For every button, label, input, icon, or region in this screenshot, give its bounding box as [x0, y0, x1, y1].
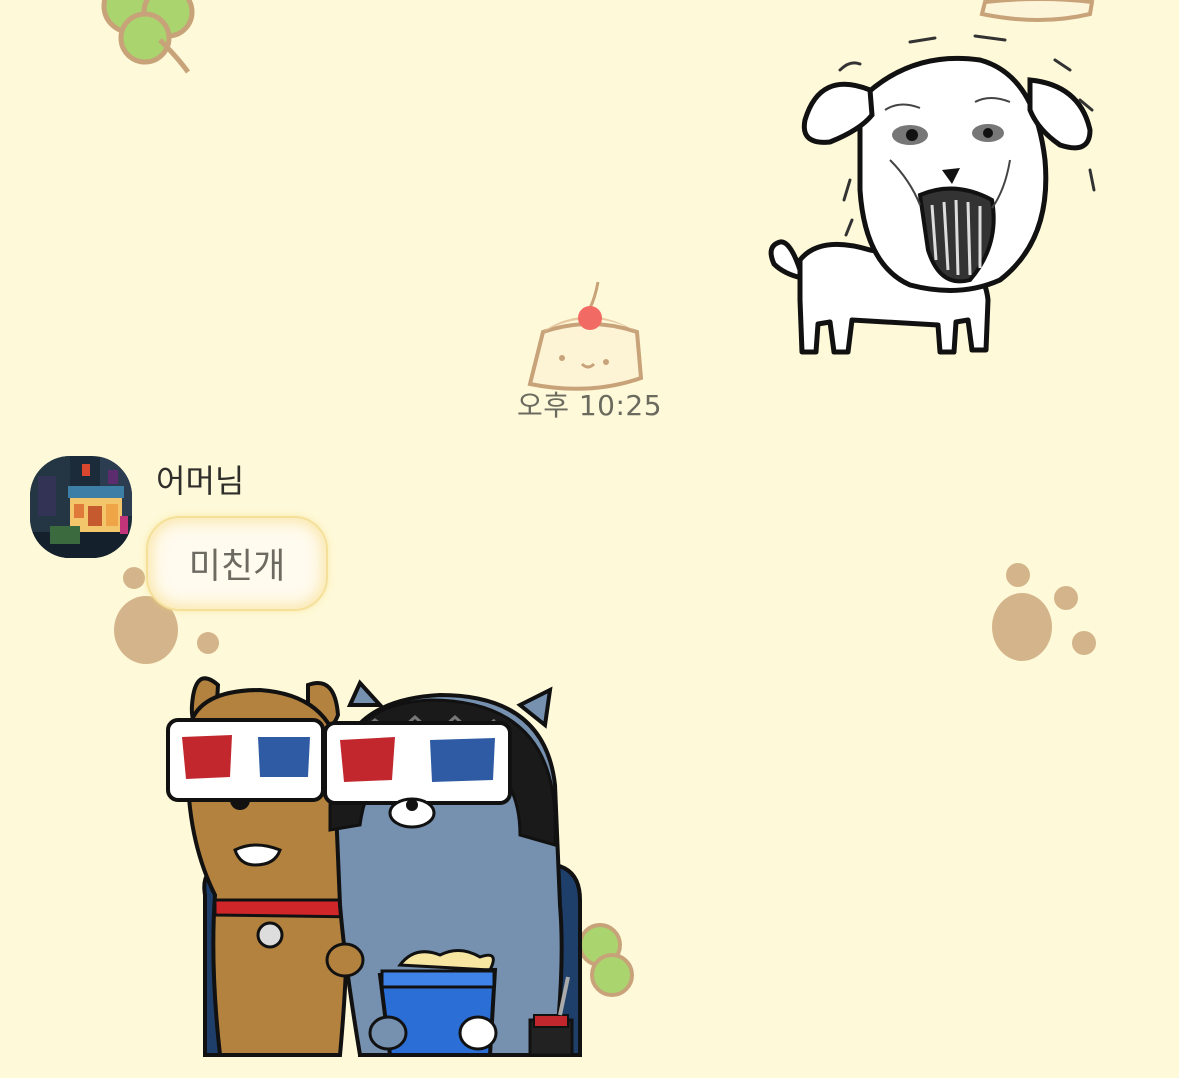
- frodo-neo-3d-glasses-popcorn-sticker[interactable]: [160, 665, 590, 1060]
- pudding-icon: [527, 281, 644, 391]
- pudding-icon: [979, 0, 1095, 22]
- clover-icon: [101, 0, 195, 74]
- sender-avatar[interactable]: [30, 456, 132, 558]
- message-timestamp: 오후 10:25: [516, 389, 663, 422]
- message-bubble[interactable]: 미친개: [146, 516, 328, 611]
- sender-name: 어머님: [156, 462, 245, 500]
- dog-howling-sticker[interactable]: [760, 30, 1100, 365]
- night-storefront-photo-icon: [30, 456, 132, 558]
- paw-print-icon: [992, 563, 1096, 661]
